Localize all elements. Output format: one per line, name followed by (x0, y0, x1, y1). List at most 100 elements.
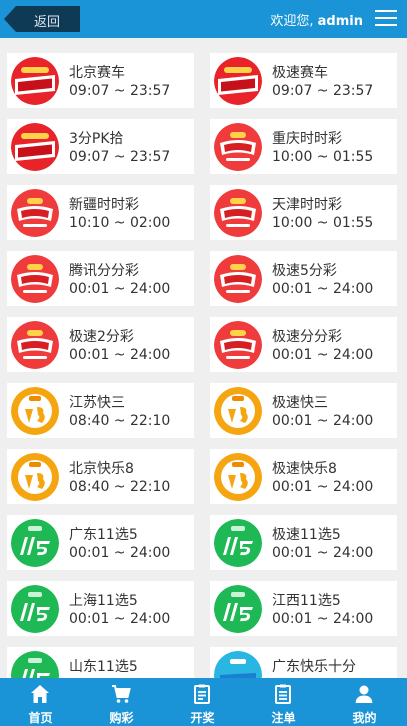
lottery-hours: 00:01 ~ 24:00 (272, 545, 374, 561)
nav-item-home[interactable]: 首页 (0, 678, 81, 726)
user-icon (355, 685, 373, 703)
lottery-hours: 10:00 ~ 01:55 (272, 149, 374, 165)
lottery-card[interactable]: 极速5分彩 00:01 ~ 24:00 (210, 251, 397, 306)
ssc-logo-icon (214, 255, 262, 303)
lottery-name: 天津时时彩 (272, 197, 342, 213)
lottery-hours: 00:01 ~ 24:00 (69, 611, 171, 627)
lottery-name: 江苏快三 (69, 395, 125, 411)
lottery-name: 极速快三 (272, 395, 328, 411)
klsf-logo-icon (214, 651, 262, 678)
11x5-logo-icon (11, 519, 59, 567)
welcome-prefix: 欢迎您, (270, 14, 318, 29)
k3-logo-icon (214, 453, 262, 501)
lottery-card[interactable]: 极速11选5 00:01 ~ 24:00 (210, 515, 397, 570)
nav-label-buy: 购彩 (109, 711, 134, 725)
lottery-hours: 00:01 ~ 24:00 (272, 281, 374, 297)
lottery-card[interactable]: 天津时时彩 10:00 ~ 01:55 (210, 185, 397, 240)
11x5-logo-icon (11, 585, 59, 633)
lottery-card[interactable]: 腾讯分分彩 00:01 ~ 24:00 (7, 251, 194, 306)
lottery-hours: 00:01 ~ 24:00 (272, 479, 374, 495)
11x5-logo-icon (214, 585, 262, 633)
lottery-hours: 09:07 ~ 23:57 (69, 149, 171, 165)
lottery-name: 极速2分彩 (69, 329, 134, 345)
cart-icon (112, 685, 131, 703)
lottery-hours: 08:40 ~ 22:10 (69, 479, 171, 495)
lottery-card[interactable]: 极速赛车 09:07 ~ 23:57 (210, 53, 397, 108)
orders-icon (275, 684, 291, 704)
username: admin (317, 14, 363, 29)
lottery-card[interactable]: 3分PK拾 09:07 ~ 23:57 (7, 119, 194, 174)
lottery-name: 腾讯分分彩 (69, 263, 139, 279)
ssc-logo-icon (11, 255, 59, 303)
lottery-name: 新疆时时彩 (69, 197, 139, 213)
lottery-hours: 00:01 ~ 24:00 (69, 281, 171, 297)
lottery-name: 重庆时时彩 (272, 131, 342, 147)
lottery-hours: 10:00 ~ 01:55 (272, 215, 374, 231)
lottery-card[interactable]: 极速快三 00:01 ~ 24:00 (210, 383, 397, 438)
lottery-card[interactable]: 江西11选5 00:01 ~ 24:00 (210, 581, 397, 636)
lottery-hours: 08:40 ~ 22:10 (69, 413, 171, 429)
top-header: 返回 欢迎您, admin (0, 0, 407, 38)
nav-item-draw[interactable]: 开奖 (162, 678, 243, 726)
ssc-logo-icon (214, 123, 262, 171)
lottery-hours: 09:07 ~ 23:57 (272, 83, 374, 99)
ssc-logo-icon (11, 321, 59, 369)
lottery-card[interactable]: 新疆时时彩 10:10 ~ 02:00 (7, 185, 194, 240)
lottery-card[interactable]: 江苏快三 08:40 ~ 22:10 (7, 383, 194, 438)
k3-logo-icon (11, 453, 59, 501)
lottery-card[interactable]: 山东11选5 (7, 647, 194, 678)
nav-item-buy[interactable]: 购彩 (81, 678, 162, 726)
lottery-hours: 10:10 ~ 02:00 (69, 215, 171, 231)
ssc-logo-icon (214, 321, 262, 369)
hamburger-menu-icon[interactable] (375, 10, 397, 28)
lottery-card[interactable]: 极速快乐8 00:01 ~ 24:00 (210, 449, 397, 504)
lottery-name: 江西11选5 (272, 593, 341, 609)
lottery-card[interactable]: 广东快乐十分 (210, 647, 397, 678)
lottery-hours: 00:01 ~ 24:00 (69, 545, 171, 561)
lottery-name: 极速赛车 (272, 65, 328, 81)
nav-label-orders: 注单 (271, 711, 296, 725)
lottery-name: 上海11选5 (69, 593, 138, 609)
lottery-hours: 00:01 ~ 24:00 (272, 347, 374, 363)
lottery-card[interactable]: 极速2分彩 00:01 ~ 24:00 (7, 317, 194, 372)
11x5-logo-icon (214, 519, 262, 567)
lottery-hours: 00:01 ~ 24:00 (69, 347, 171, 363)
lottery-card[interactable]: 北京快乐8 08:40 ~ 22:10 (7, 449, 194, 504)
nav-label-home: 首页 (28, 711, 53, 725)
pk10-logo-icon (11, 123, 59, 171)
lottery-name: 北京赛车 (69, 65, 125, 81)
pk10-logo-icon (11, 57, 59, 105)
welcome-text: 欢迎您, admin (270, 10, 363, 29)
lottery-name: 3分PK拾 (69, 131, 124, 147)
lottery-name: 极速11选5 (272, 527, 341, 543)
lottery-name: 北京快乐8 (69, 461, 134, 477)
lottery-hours: 00:01 ~ 24:00 (272, 611, 374, 627)
k3-logo-icon (214, 387, 262, 435)
lottery-card[interactable]: 极速分分彩 00:01 ~ 24:00 (210, 317, 397, 372)
draw-results-icon (194, 684, 210, 704)
11x5-logo-icon (11, 651, 59, 678)
bottom-nav: 首页 购彩 开奖 注单 我的 (0, 678, 407, 726)
back-label: 返回 (34, 15, 61, 30)
lottery-name: 极速5分彩 (272, 263, 337, 279)
nav-label-draw: 开奖 (190, 711, 215, 725)
lottery-hours: 00:01 ~ 24:00 (272, 413, 374, 429)
lottery-name: 极速分分彩 (272, 329, 342, 345)
lottery-card[interactable]: 北京赛车 09:07 ~ 23:57 (7, 53, 194, 108)
lottery-card[interactable]: 重庆时时彩 10:00 ~ 01:55 (210, 119, 397, 174)
pk10-logo-icon (214, 57, 262, 105)
lottery-card[interactable]: 上海11选5 00:01 ~ 24:00 (7, 581, 194, 636)
lottery-name: 广东11选5 (69, 527, 138, 543)
ssc-logo-icon (214, 189, 262, 237)
lottery-name: 极速快乐8 (272, 461, 337, 477)
lottery-name: 广东快乐十分 (272, 659, 356, 675)
nav-label-mine: 我的 (352, 711, 377, 725)
home-icon (31, 685, 49, 703)
lottery-name: 山东11选5 (69, 659, 138, 675)
lottery-card[interactable]: 广东11选5 00:01 ~ 24:00 (7, 515, 194, 570)
back-button[interactable]: 返回 (4, 6, 80, 32)
lottery-hours: 09:07 ~ 23:57 (69, 83, 171, 99)
ssc-logo-icon (11, 189, 59, 237)
nav-item-orders[interactable]: 注单 (243, 678, 324, 726)
nav-item-mine[interactable]: 我的 (324, 678, 405, 726)
